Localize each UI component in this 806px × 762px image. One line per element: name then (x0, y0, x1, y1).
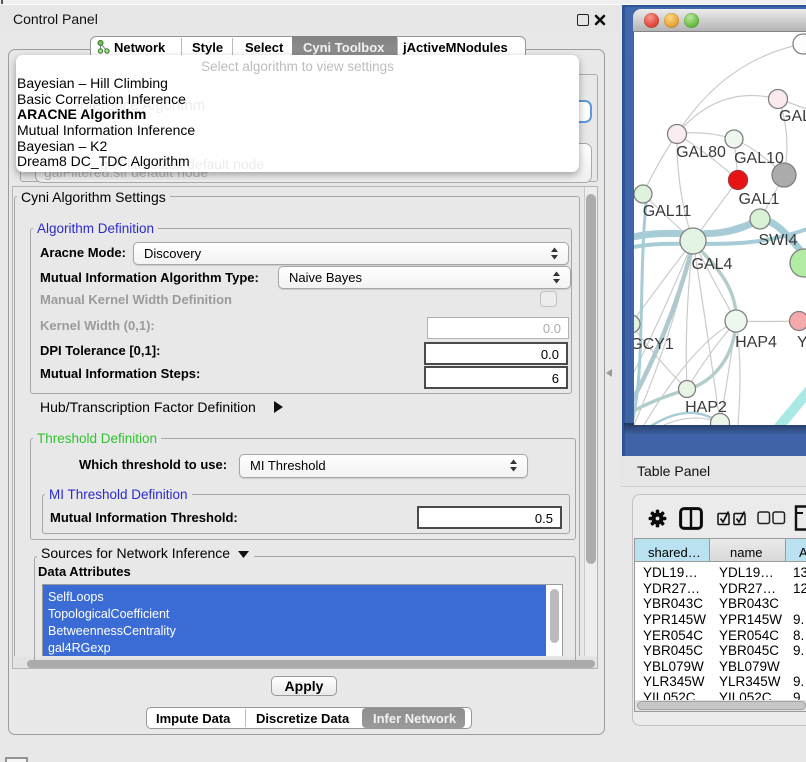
svg-text:GAL11: GAL11 (643, 203, 692, 220)
svg-text:GAL1: GAL1 (739, 191, 780, 208)
svg-text:SWI4: SWI4 (758, 232, 797, 249)
svg-text:HAP2: HAP2 (685, 399, 727, 416)
svg-text:GCY1: GCY1 (634, 336, 674, 353)
svg-text:GAL7: GAL7 (779, 108, 806, 125)
svg-text:HAP4: HAP4 (735, 334, 777, 351)
svg-text:GAL4: GAL4 (692, 256, 733, 273)
svg-text:GAL80: GAL80 (676, 144, 726, 161)
svg-text:GAL10: GAL10 (734, 150, 784, 167)
svg-text:Y: Y (797, 334, 806, 351)
